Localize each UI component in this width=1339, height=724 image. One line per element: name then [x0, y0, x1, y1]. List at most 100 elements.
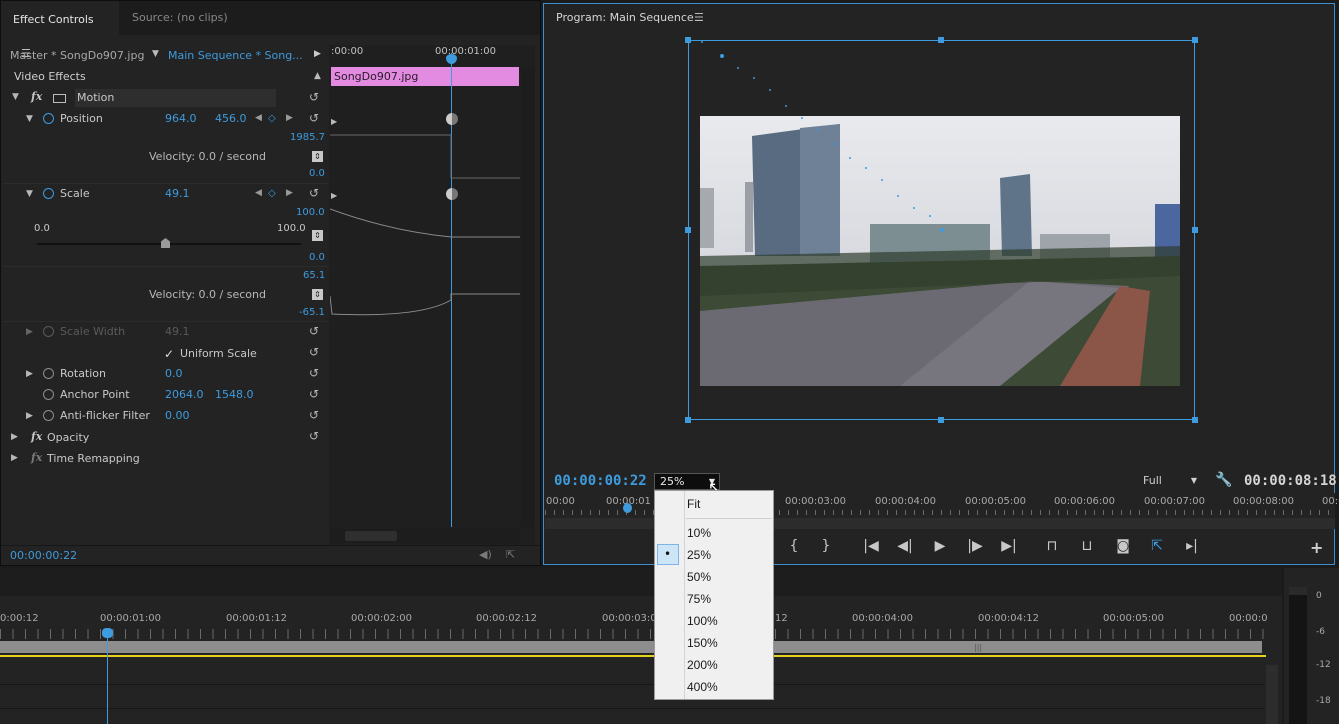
zoom-option-50[interactable]: 50%	[687, 570, 711, 584]
position-keyframe-marker[interactable]	[446, 113, 458, 125]
prev-keyframe-icon[interactable]: ◀	[255, 113, 262, 123]
tab-source[interactable]: Source: (no clips)	[120, 1, 240, 35]
scale-width-reset-icon[interactable]: ↺	[307, 325, 321, 337]
position-y-value[interactable]: 456.0	[215, 112, 247, 125]
extract-icon[interactable]: ⊔	[1076, 538, 1098, 554]
scale-add-keyframe-icon[interactable]: ◇	[268, 188, 276, 199]
anchor-stopwatch-icon[interactable]	[43, 389, 54, 400]
program-menu-icon[interactable]: ☰	[694, 11, 704, 24]
uniform-scale-checkbox[interactable]: ✓	[164, 347, 174, 361]
antiflicker-reset-icon[interactable]: ↺	[307, 409, 321, 421]
anchor-x-value[interactable]: 2064.0	[165, 388, 204, 401]
step-back-icon[interactable]: ◀|	[894, 538, 916, 554]
scale-graph-toggle-icon[interactable]: ⇕	[312, 230, 323, 241]
play-audio-icon[interactable]: ◀)	[479, 548, 492, 561]
go-to-in-icon[interactable]: |◀	[860, 538, 882, 554]
scale-stopwatch-icon[interactable]	[43, 188, 54, 199]
tab-effect-controls[interactable]: Effect Controls ☰	[1, 1, 119, 60]
zoom-option-75[interactable]: 75%	[687, 592, 711, 606]
bbox-handle-br[interactable]	[1192, 417, 1198, 423]
zoom-option-fit[interactable]: Fit	[687, 497, 700, 511]
divider	[1, 545, 540, 546]
zoom-option-10[interactable]: 10%	[687, 526, 711, 540]
anchor-reset-icon[interactable]: ↺	[307, 388, 321, 400]
uniform-scale-reset-icon[interactable]: ↺	[307, 346, 321, 358]
motion-expand-icon[interactable]: ▼	[12, 92, 19, 102]
ec-clip-bar[interactable]: SongDo907.jpg	[331, 67, 519, 86]
clip-dropdown-icon[interactable]: ▼	[152, 49, 159, 59]
export-frame-camera-icon[interactable]: ◙	[1112, 538, 1134, 554]
next-keyframe-icon[interactable]: ▶	[286, 113, 293, 123]
scale-width-value: 49.1	[165, 325, 190, 338]
transform-box-icon[interactable]	[53, 94, 66, 103]
timeline-vertical-scrollbar[interactable]	[1266, 665, 1278, 724]
export-icon[interactable]: ⇱	[506, 548, 515, 561]
position-stopwatch-icon[interactable]	[43, 113, 54, 124]
ec-timecode[interactable]: 00:00:00:22	[10, 549, 77, 562]
bbox-handle-bl[interactable]	[685, 417, 691, 423]
scale-prev-keyframe-icon[interactable]: ◀	[255, 188, 262, 198]
work-area-grip-icon[interactable]: |||	[974, 643, 982, 652]
antiflicker-value[interactable]: 0.00	[165, 409, 190, 422]
anchor-y-value[interactable]: 1548.0	[215, 388, 254, 401]
time-remap-fx-icon[interactable]: fx	[31, 451, 42, 464]
comparison-view-icon[interactable]: ⇱	[1146, 538, 1168, 554]
fx-badge-icon[interactable]: fx	[31, 90, 42, 103]
position-graph-toggle-icon[interactable]: ⇕	[312, 151, 323, 162]
zoom-option-400[interactable]: 400%	[687, 680, 718, 694]
time-remap-expand-icon[interactable]: ▶	[11, 453, 18, 463]
bbox-handle-tr[interactable]	[1192, 37, 1198, 43]
program-current-timecode[interactable]: 00:00:00:22	[554, 473, 647, 489]
collapse-up-icon[interactable]: ▲	[314, 71, 321, 81]
opacity-expand-icon[interactable]: ▶	[11, 432, 18, 442]
opacity-reset-icon[interactable]: ↺	[307, 430, 321, 442]
step-forward-icon[interactable]: |▶	[964, 538, 986, 554]
resolution-select[interactable]: Full ▼	[1139, 473, 1201, 490]
antiflicker-stopwatch-icon[interactable]	[43, 410, 54, 421]
go-to-out-icon[interactable]: ▶|	[998, 538, 1020, 554]
zoom-option-150[interactable]: 150%	[687, 636, 718, 650]
timeline-playhead-line[interactable]	[107, 628, 108, 724]
ec-vertical-scrollbar[interactable]	[521, 67, 535, 527]
scale-slider-thumb[interactable]	[161, 238, 170, 248]
zoom-option-25[interactable]: 25%	[687, 548, 711, 562]
rotation-value[interactable]: 0.0	[165, 367, 183, 380]
ec-ruler-start: :00:00	[331, 46, 364, 57]
scale-value[interactable]: 49.1	[165, 187, 190, 200]
position-expand-icon[interactable]: ▼	[26, 114, 33, 124]
ec-scroll-thumb[interactable]	[345, 531, 397, 541]
mark-in-icon[interactable]: {	[783, 538, 805, 554]
position-reset-icon[interactable]: ↺	[307, 112, 321, 124]
timeline-work-area-bar[interactable]	[0, 641, 1262, 653]
play-icon[interactable]: ▶	[929, 538, 951, 554]
position-x-value[interactable]: 964.0	[165, 112, 197, 125]
button-editor-plus-icon[interactable]: +	[1310, 538, 1323, 557]
lift-icon[interactable]: ⊓	[1041, 538, 1063, 554]
scale-reset-icon[interactable]: ↺	[307, 187, 321, 199]
rotation-reset-icon[interactable]: ↺	[307, 367, 321, 379]
zoom-option-100[interactable]: 100%	[687, 614, 718, 628]
mark-out-icon[interactable]: }	[815, 538, 837, 554]
show-timeline-icon[interactable]: ▶	[314, 49, 321, 59]
trim-icon[interactable]: ▸|	[1181, 538, 1203, 554]
scale-next-keyframe-icon[interactable]: ▶	[286, 188, 293, 198]
bbox-handle-b[interactable]	[938, 417, 944, 423]
zoom-level-value: 25%	[660, 475, 685, 488]
master-clip-label[interactable]: Master * SongDo907.jpg	[10, 49, 144, 62]
opacity-fx-icon[interactable]: fx	[31, 430, 42, 443]
scale-expand-icon[interactable]: ▼	[26, 189, 33, 199]
timeline-playhead-head[interactable]	[102, 628, 113, 638]
antiflicker-expand-icon[interactable]: ▶	[26, 411, 33, 421]
timeline-render-bar	[0, 655, 1266, 657]
rotation-stopwatch-icon[interactable]	[43, 368, 54, 379]
sequence-clip-label[interactable]: Main Sequence * Song...	[168, 49, 303, 62]
zoom-option-200[interactable]: 200%	[687, 658, 718, 672]
rotation-expand-icon[interactable]: ▶	[26, 369, 33, 379]
timeline-ruler-label: 00:00:04:00	[852, 613, 914, 624]
bbox-handle-r[interactable]	[1192, 227, 1198, 233]
settings-wrench-icon[interactable]: 🔧	[1215, 472, 1232, 488]
motion-reset-icon[interactable]: ↺	[307, 91, 321, 103]
scale-velocity-toggle-icon[interactable]: ⇕	[312, 289, 323, 300]
add-keyframe-icon[interactable]: ◇	[268, 113, 276, 124]
program-playhead[interactable]	[623, 503, 632, 513]
